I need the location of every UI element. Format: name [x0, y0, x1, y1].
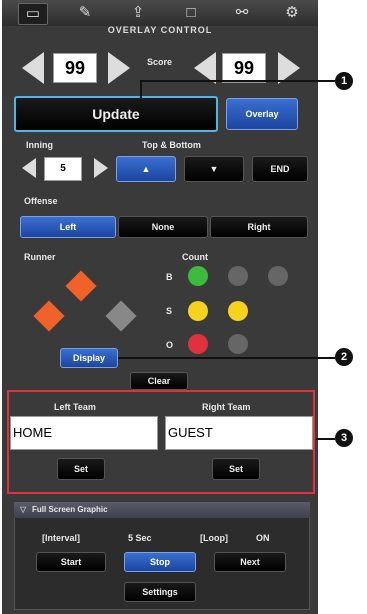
inning-field[interactable]: 5 — [44, 157, 82, 181]
right-team-set-button[interactable]: Set — [212, 458, 260, 480]
strike-2-indicator[interactable] — [228, 301, 248, 321]
offense-left-button[interactable]: Left — [20, 216, 116, 238]
offense-none-button[interactable]: None — [118, 216, 208, 238]
count-label: Count — [182, 252, 208, 262]
left-team-set-button[interactable]: Set — [57, 458, 105, 480]
right-team-label: Right Team — [202, 402, 251, 412]
interval-value: 5 Sec — [128, 533, 152, 543]
bottom-button[interactable]: ▼ — [184, 156, 244, 182]
stop-button[interactable]: Stop — [124, 552, 196, 572]
callout-2-badge: 2 — [335, 348, 353, 366]
tab-bar — [2, 0, 318, 26]
top-button[interactable]: ▲ — [116, 156, 176, 182]
next-button[interactable]: Next — [214, 552, 286, 572]
score-label: Score — [147, 57, 173, 67]
callout-1-line-drop — [140, 80, 142, 98]
start-button[interactable]: Start — [36, 552, 106, 572]
display-button[interactable]: Display — [60, 348, 118, 368]
callout-2-line — [118, 357, 335, 359]
right-team-input[interactable]: GUEST — [165, 416, 313, 450]
monitor-icon[interactable]: ▭ — [18, 3, 48, 25]
offense-right-button[interactable]: Right — [210, 216, 308, 238]
overlay-button[interactable]: Overlay — [226, 98, 298, 130]
callout-3-badge: 3 — [335, 429, 353, 447]
top-bottom-label: Top & Bottom — [142, 140, 201, 150]
interval-label: [Interval] — [42, 533, 81, 543]
loop-value: ON — [256, 533, 270, 543]
full-screen-graphic-title: Full Screen Graphic — [32, 505, 108, 514]
inning-decrement-icon[interactable] — [22, 158, 36, 178]
strike-label: S — [166, 306, 173, 316]
out-label: O — [166, 340, 174, 350]
left-team-label: Left Team — [54, 402, 96, 412]
update-button[interactable]: Update — [14, 96, 218, 132]
gear-icon[interactable]: ⚙ — [278, 3, 306, 23]
callout-3-line — [316, 438, 335, 440]
offense-label: Offense — [24, 196, 58, 206]
ball-label: B — [166, 272, 173, 282]
upload-list-icon[interactable]: ⇪ — [124, 3, 152, 23]
window-icon[interactable]: □ — [177, 3, 205, 23]
right-score-field[interactable]: 99 — [222, 53, 266, 83]
callout-1-badge: 1 — [335, 72, 353, 90]
inning-label: Inning — [26, 140, 53, 150]
end-button[interactable]: END — [252, 156, 308, 182]
runner-label: Runner — [24, 252, 56, 262]
left-score-decrement-icon[interactable] — [22, 52, 44, 84]
clear-button[interactable]: Clear — [130, 372, 188, 390]
ball-1-indicator[interactable] — [188, 266, 208, 286]
left-score-increment-icon[interactable] — [108, 52, 130, 84]
strike-1-indicator[interactable] — [188, 301, 208, 321]
left-team-input[interactable]: HOME — [10, 416, 158, 450]
out-1-indicator[interactable] — [188, 334, 208, 354]
loop-label: [Loop] — [200, 533, 228, 543]
network-icon[interactable]: ⚯ — [228, 3, 256, 23]
edit-list-icon[interactable]: ✎ — [71, 3, 99, 23]
callout-1-line — [140, 80, 335, 82]
inning-increment-icon[interactable] — [94, 158, 108, 178]
chevron-down-icon[interactable]: ▽ — [20, 505, 26, 514]
page-title: OVERLAY CONTROL — [107, 25, 213, 35]
ball-2-indicator[interactable] — [228, 266, 248, 286]
settings-button[interactable]: Settings — [124, 582, 196, 602]
ball-3-indicator[interactable] — [268, 266, 288, 286]
left-score-field[interactable]: 99 — [53, 53, 97, 83]
out-2-indicator[interactable] — [228, 334, 248, 354]
